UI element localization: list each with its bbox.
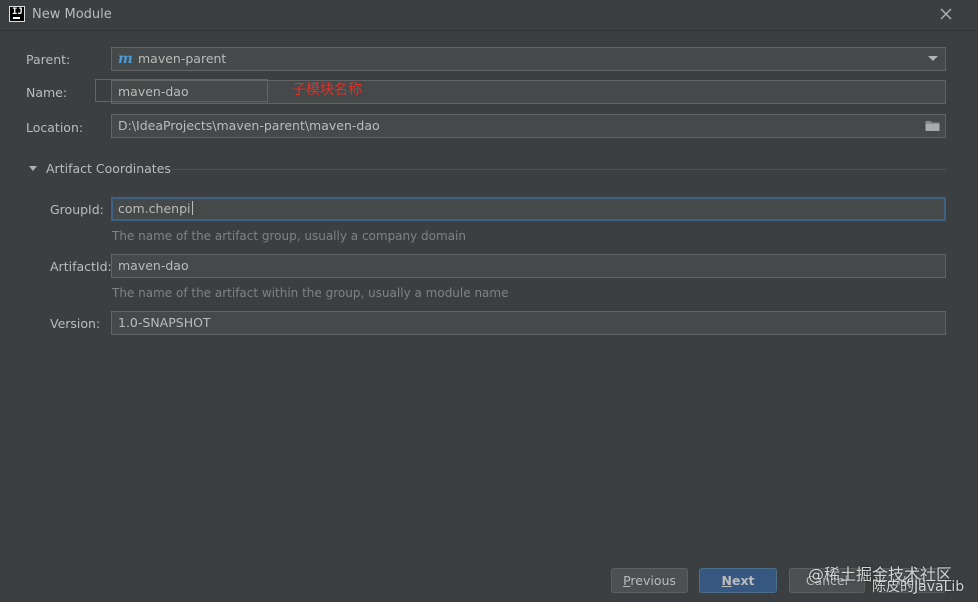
annotation-text: 子模块名称 (292, 82, 362, 98)
cancel-button[interactable]: Cancel (789, 568, 865, 593)
artifactid-hint: The name of the artifact within the grou… (112, 286, 509, 300)
chevron-down-icon[interactable] (928, 56, 938, 61)
window-title: New Module (32, 7, 112, 22)
parent-label: Parent: (26, 52, 71, 67)
title-bar: IJ New Module (0, 0, 978, 31)
next-button[interactable]: Next (699, 568, 777, 593)
groupid-input[interactable]: com.chenpi (111, 197, 946, 221)
version-label: Version: (50, 316, 101, 331)
groupid-label: GroupId: (50, 202, 104, 217)
parent-select[interactable]: m maven-parent (111, 47, 946, 71)
intellij-app-icon: IJ (9, 6, 25, 22)
text-cursor (191, 201, 193, 215)
version-input[interactable]: 1.0-SNAPSHOT (111, 311, 946, 335)
parent-value: maven-parent (138, 51, 227, 66)
artifactid-input[interactable]: maven-dao (111, 254, 946, 278)
previous-button[interactable]: Previous (611, 568, 688, 593)
location-label: Location: (26, 120, 84, 135)
location-input[interactable]: D:\IdeaProjects\maven-parent\maven-dao (111, 114, 946, 138)
maven-m-icon: m (118, 51, 133, 67)
app-icon-letters: IJ (12, 7, 23, 17)
triangle-down-icon (29, 166, 37, 171)
folder-icon[interactable] (925, 119, 940, 132)
groupid-hint: The name of the artifact group, usually … (112, 229, 466, 243)
groupid-value: com.chenpi (118, 201, 191, 216)
section-divider (172, 169, 946, 170)
artifactid-label: ArtifactId: (50, 259, 112, 274)
name-label: Name: (26, 85, 68, 100)
name-input[interactable]: maven-dao (111, 80, 946, 104)
artifact-coordinates-header: Artifact Coordinates (46, 161, 171, 176)
new-module-dialog: IJ New Module Parent: m maven-parent Nam… (0, 0, 978, 602)
close-icon[interactable] (938, 6, 954, 22)
help-button[interactable]: Help (877, 568, 946, 593)
location-value: D:\IdeaProjects\maven-parent\maven-dao (118, 118, 380, 133)
